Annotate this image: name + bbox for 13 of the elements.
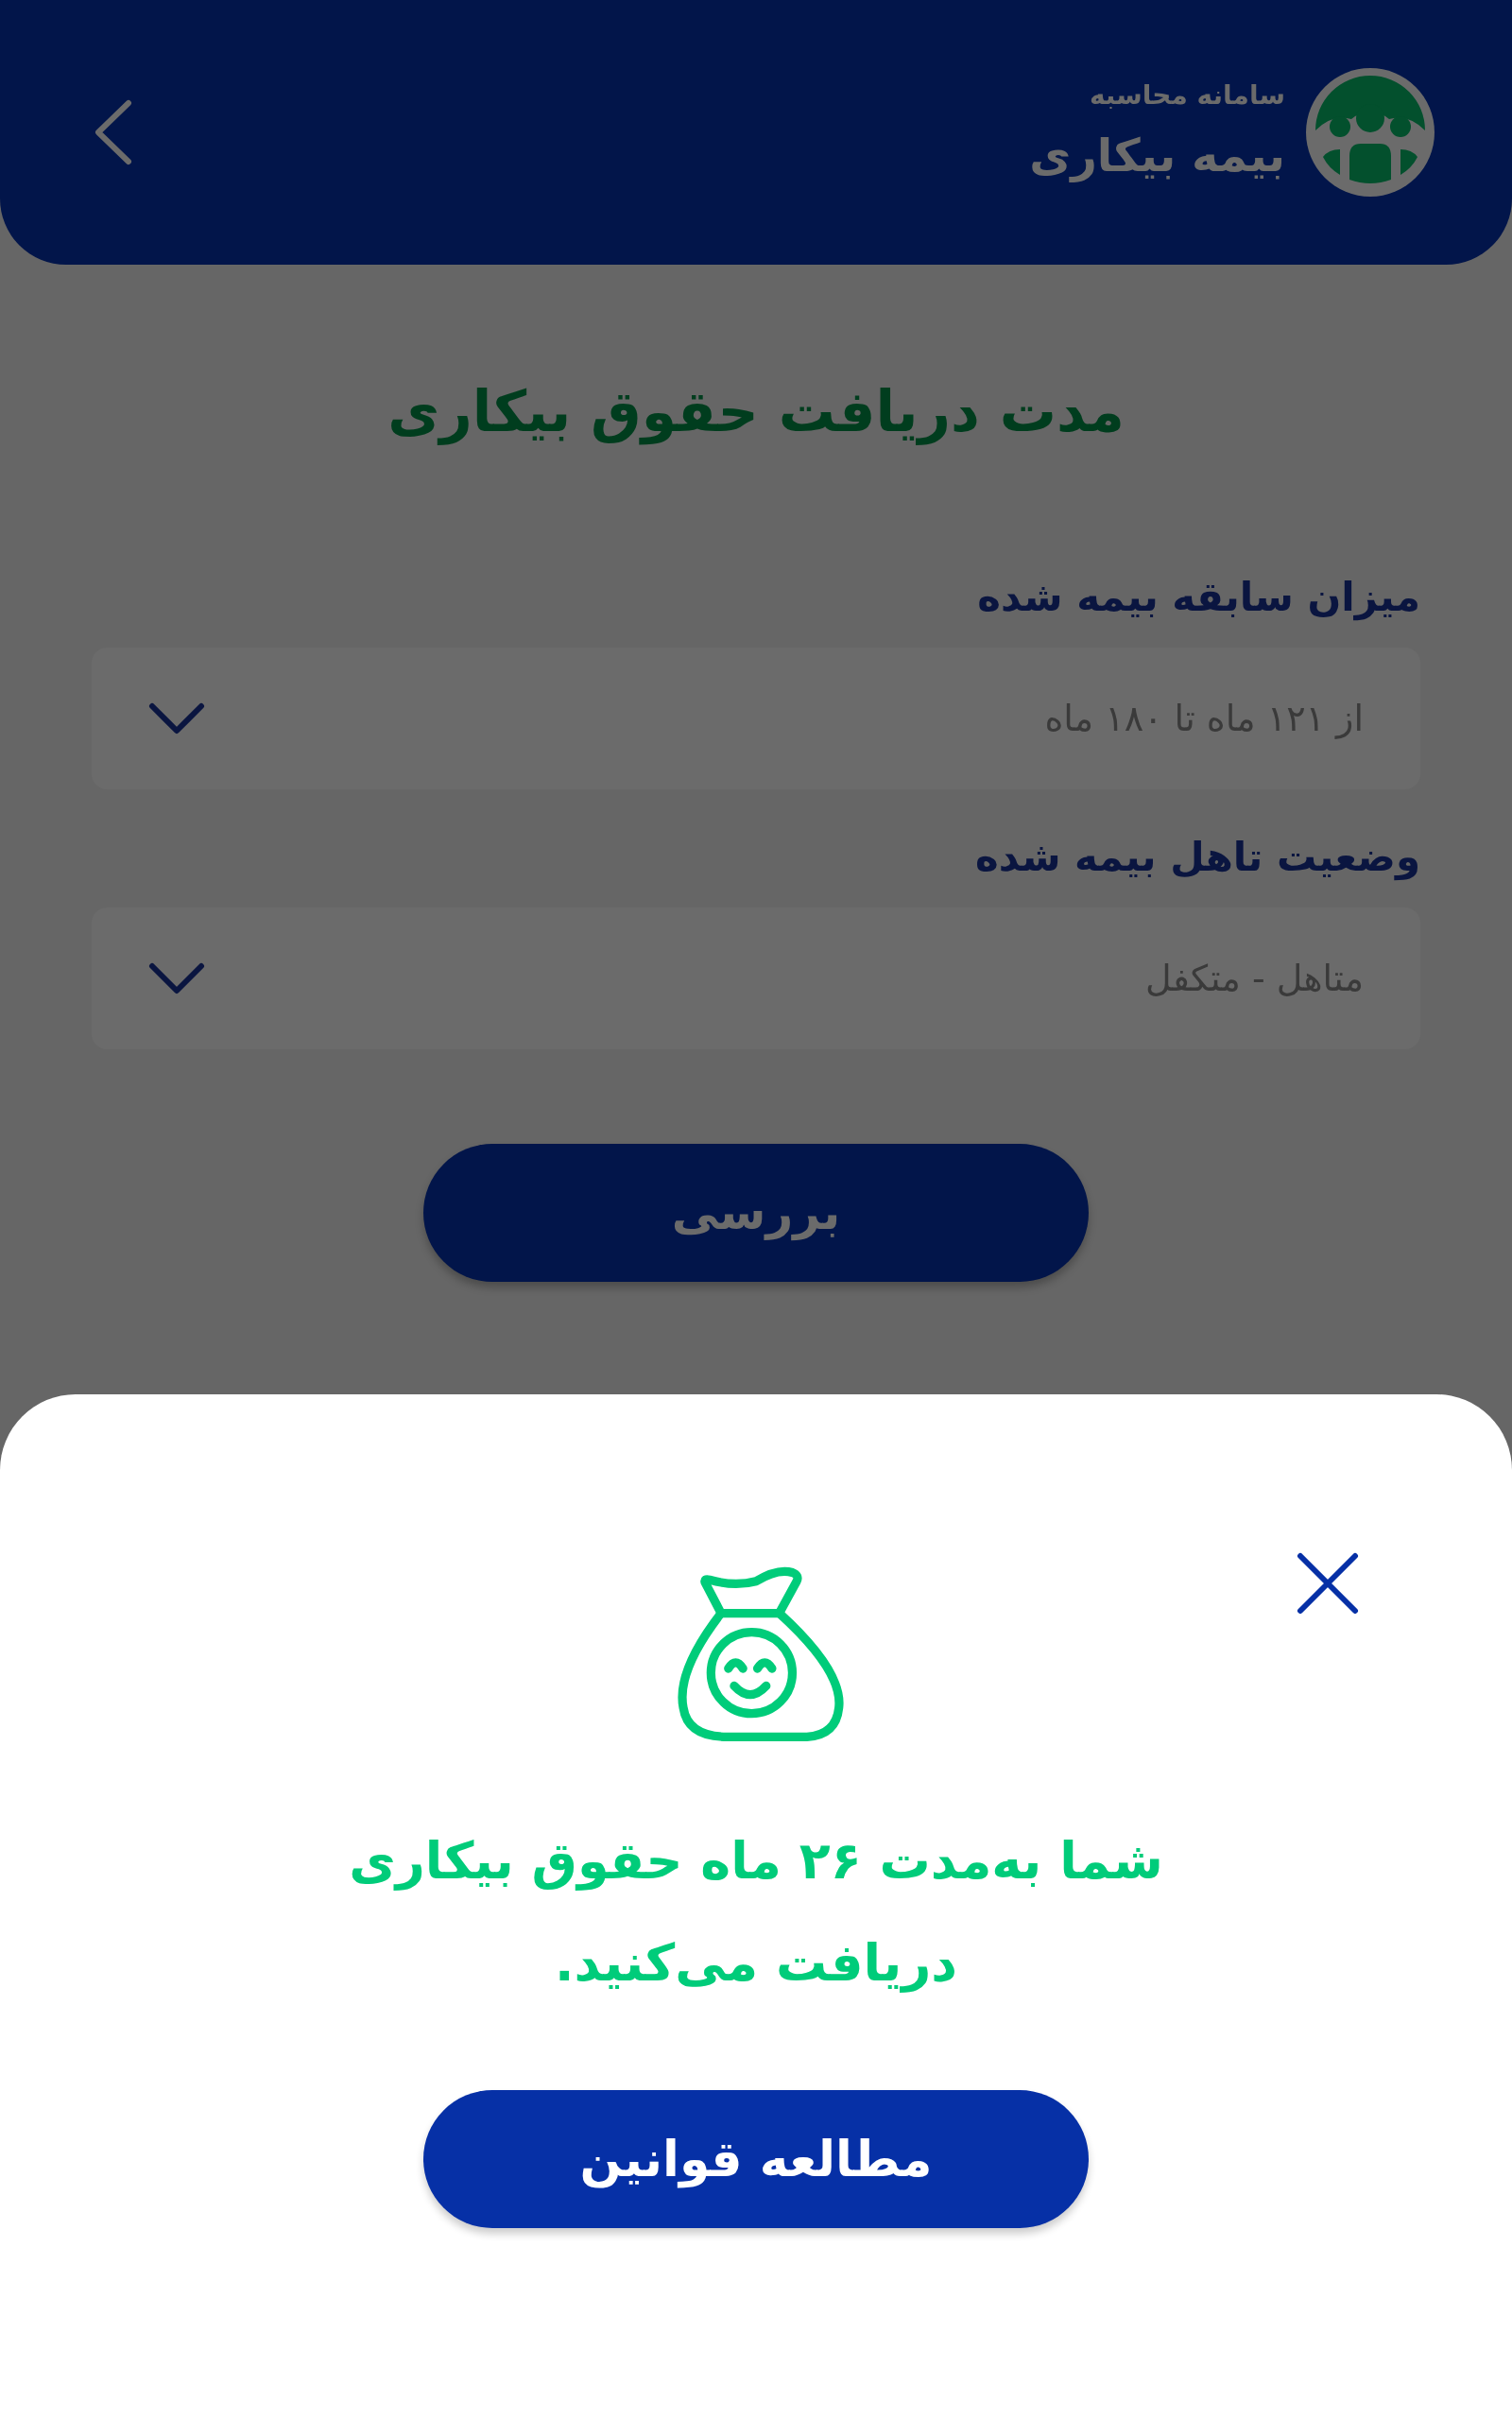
- chevron-down-icon: [148, 702, 205, 735]
- chevron-down-icon: [148, 962, 205, 994]
- app-subtitle: سامانه محاسبه: [1089, 78, 1285, 112]
- result-message: شما به‌مدت ۲۶ ماه حقوق بیکاری دریافت می‌کنید.: [348, 1830, 1164, 1995]
- field-label: وضعیت تاهل بیمه شده: [974, 833, 1420, 883]
- page-title: مدت دریافت حقوق بیکاری: [387, 377, 1125, 447]
- check-button[interactable]: بررسی: [423, 1144, 1089, 1282]
- back-icon: [93, 99, 134, 165]
- app-title: بیمه بیکاری: [1029, 128, 1285, 184]
- field-label: میزان سابقه بیمه شده: [976, 573, 1420, 623]
- logo-icon: [1304, 66, 1436, 199]
- read-rules-button[interactable]: مطالعه قوانین: [423, 2090, 1089, 2228]
- close-icon: [1297, 1552, 1359, 1615]
